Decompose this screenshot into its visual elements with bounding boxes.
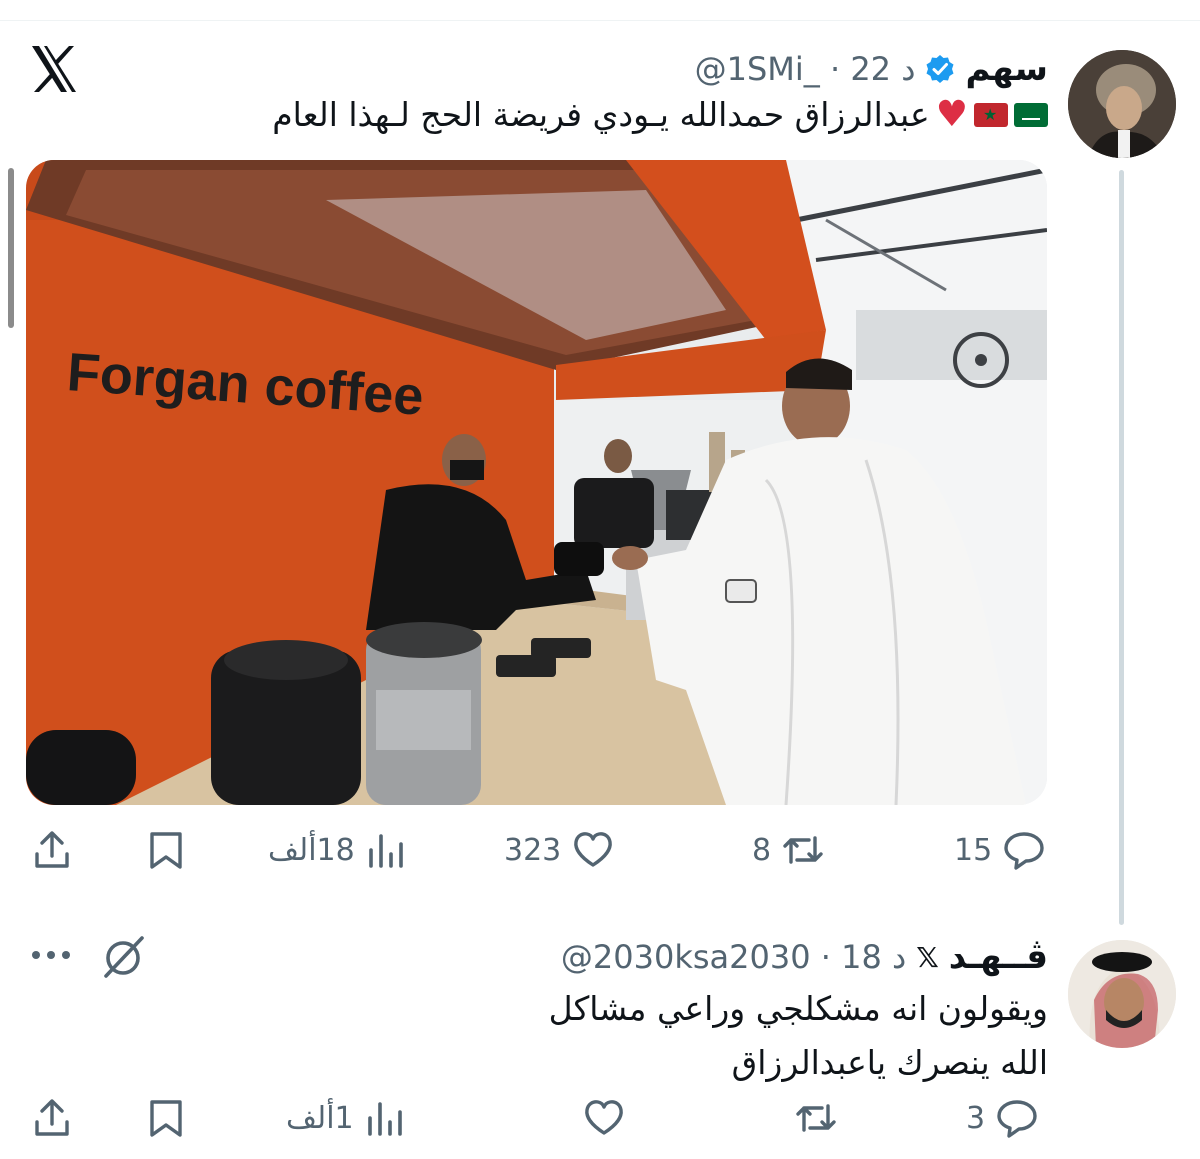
tweet-header: ڤــهـد 𝕏 @2030ksa2030 · 18 د [561,934,1048,980]
repost-icon [783,836,823,864]
x-affiliate-icon: 𝕏 [916,940,939,974]
repost-button[interactable] [784,1088,838,1148]
handle[interactable]: @2030ksa2030 [561,938,811,976]
reply-icon [1004,832,1044,870]
heart-icon [585,1100,623,1135]
timestamp[interactable]: 22 د [850,50,915,88]
avatar[interactable] [1068,50,1176,158]
morocco-flag-icon [974,103,1008,127]
reply-icon [997,1100,1037,1138]
analytics-icon [367,1102,402,1136]
display-name[interactable]: ڤــهـد [949,937,1048,977]
reply-button[interactable]: 3 [966,1088,1039,1148]
separator-dot: · [820,938,842,976]
reposts-count: 8 [752,832,772,868]
x-logo-icon[interactable] [30,44,78,94]
saudi-flag-icon [1014,103,1048,127]
bookmark-button[interactable] [144,1088,188,1148]
top-divider [0,20,1200,21]
grok-icon[interactable] [98,932,148,982]
handle-and-time: @2030ksa2030 · 18 د [561,938,906,976]
handle-and-time: @1SMi_ · 22 د [695,50,916,88]
share-icon [35,1099,69,1136]
scrollbar[interactable] [8,168,14,328]
tweet-action-bar: 18ألف 323 8 15 [0,820,1200,880]
views-button[interactable]: 18ألف [268,820,409,880]
analytics-icon [368,834,403,868]
likes-count: 323 [504,832,562,868]
repost-button[interactable]: 8 [752,820,825,880]
replies-count: 15 [954,832,993,868]
bookmark-button[interactable] [144,820,188,880]
tweet-action-bar: 1ألف 3 [0,1088,1200,1148]
heart-emoji-icon: ♥ [935,94,968,135]
tweet-text: عبدالرزاق حمدالله يـودي فريضة الحج لـهذا… [272,88,1048,142]
share-button[interactable] [30,820,74,880]
tweet-body-line: ويقولون انه مشكلجي وراعي مشاكل [548,989,1048,1028]
heart-icon [574,832,613,867]
views-count: 1ألف [286,1100,354,1136]
bookmark-icon [150,1100,182,1137]
avatar[interactable] [1068,940,1176,1048]
display-name[interactable]: سهم [965,49,1048,89]
separator-dot: · [829,50,851,88]
like-button[interactable] [572,1088,626,1148]
tweet-body: عبدالرزاق حمدالله يـودي فريضة الحج لـهذا… [272,95,930,134]
tweet-media-image[interactable]: Forgan coffee [26,160,1047,805]
views-count: 18ألف [268,832,355,868]
share-icon [35,831,69,868]
tweet-text: ويقولون انه مشكلجي وراعي مشاكل الله ينصر… [549,982,1048,1090]
repost-icon [796,1104,836,1132]
share-button[interactable] [30,1088,74,1148]
timestamp[interactable]: 18 د [841,938,906,976]
replies-count: 3 [966,1100,986,1136]
tweet-header: سهم @1SMi_ · 22 د [695,46,1048,92]
tweet-body-line: الله ينصرك ياعبدالرزاق [731,1043,1048,1082]
views-button[interactable]: 1ألف [286,1088,408,1148]
reply-button[interactable]: 15 [954,820,1046,880]
more-options-icon[interactable] [30,940,74,970]
thread-connector-line [1119,170,1124,925]
handle[interactable]: @1SMi_ [695,50,820,88]
bookmark-icon [150,832,182,869]
verified-badge-icon [926,55,954,83]
like-button[interactable]: 323 [504,820,615,880]
